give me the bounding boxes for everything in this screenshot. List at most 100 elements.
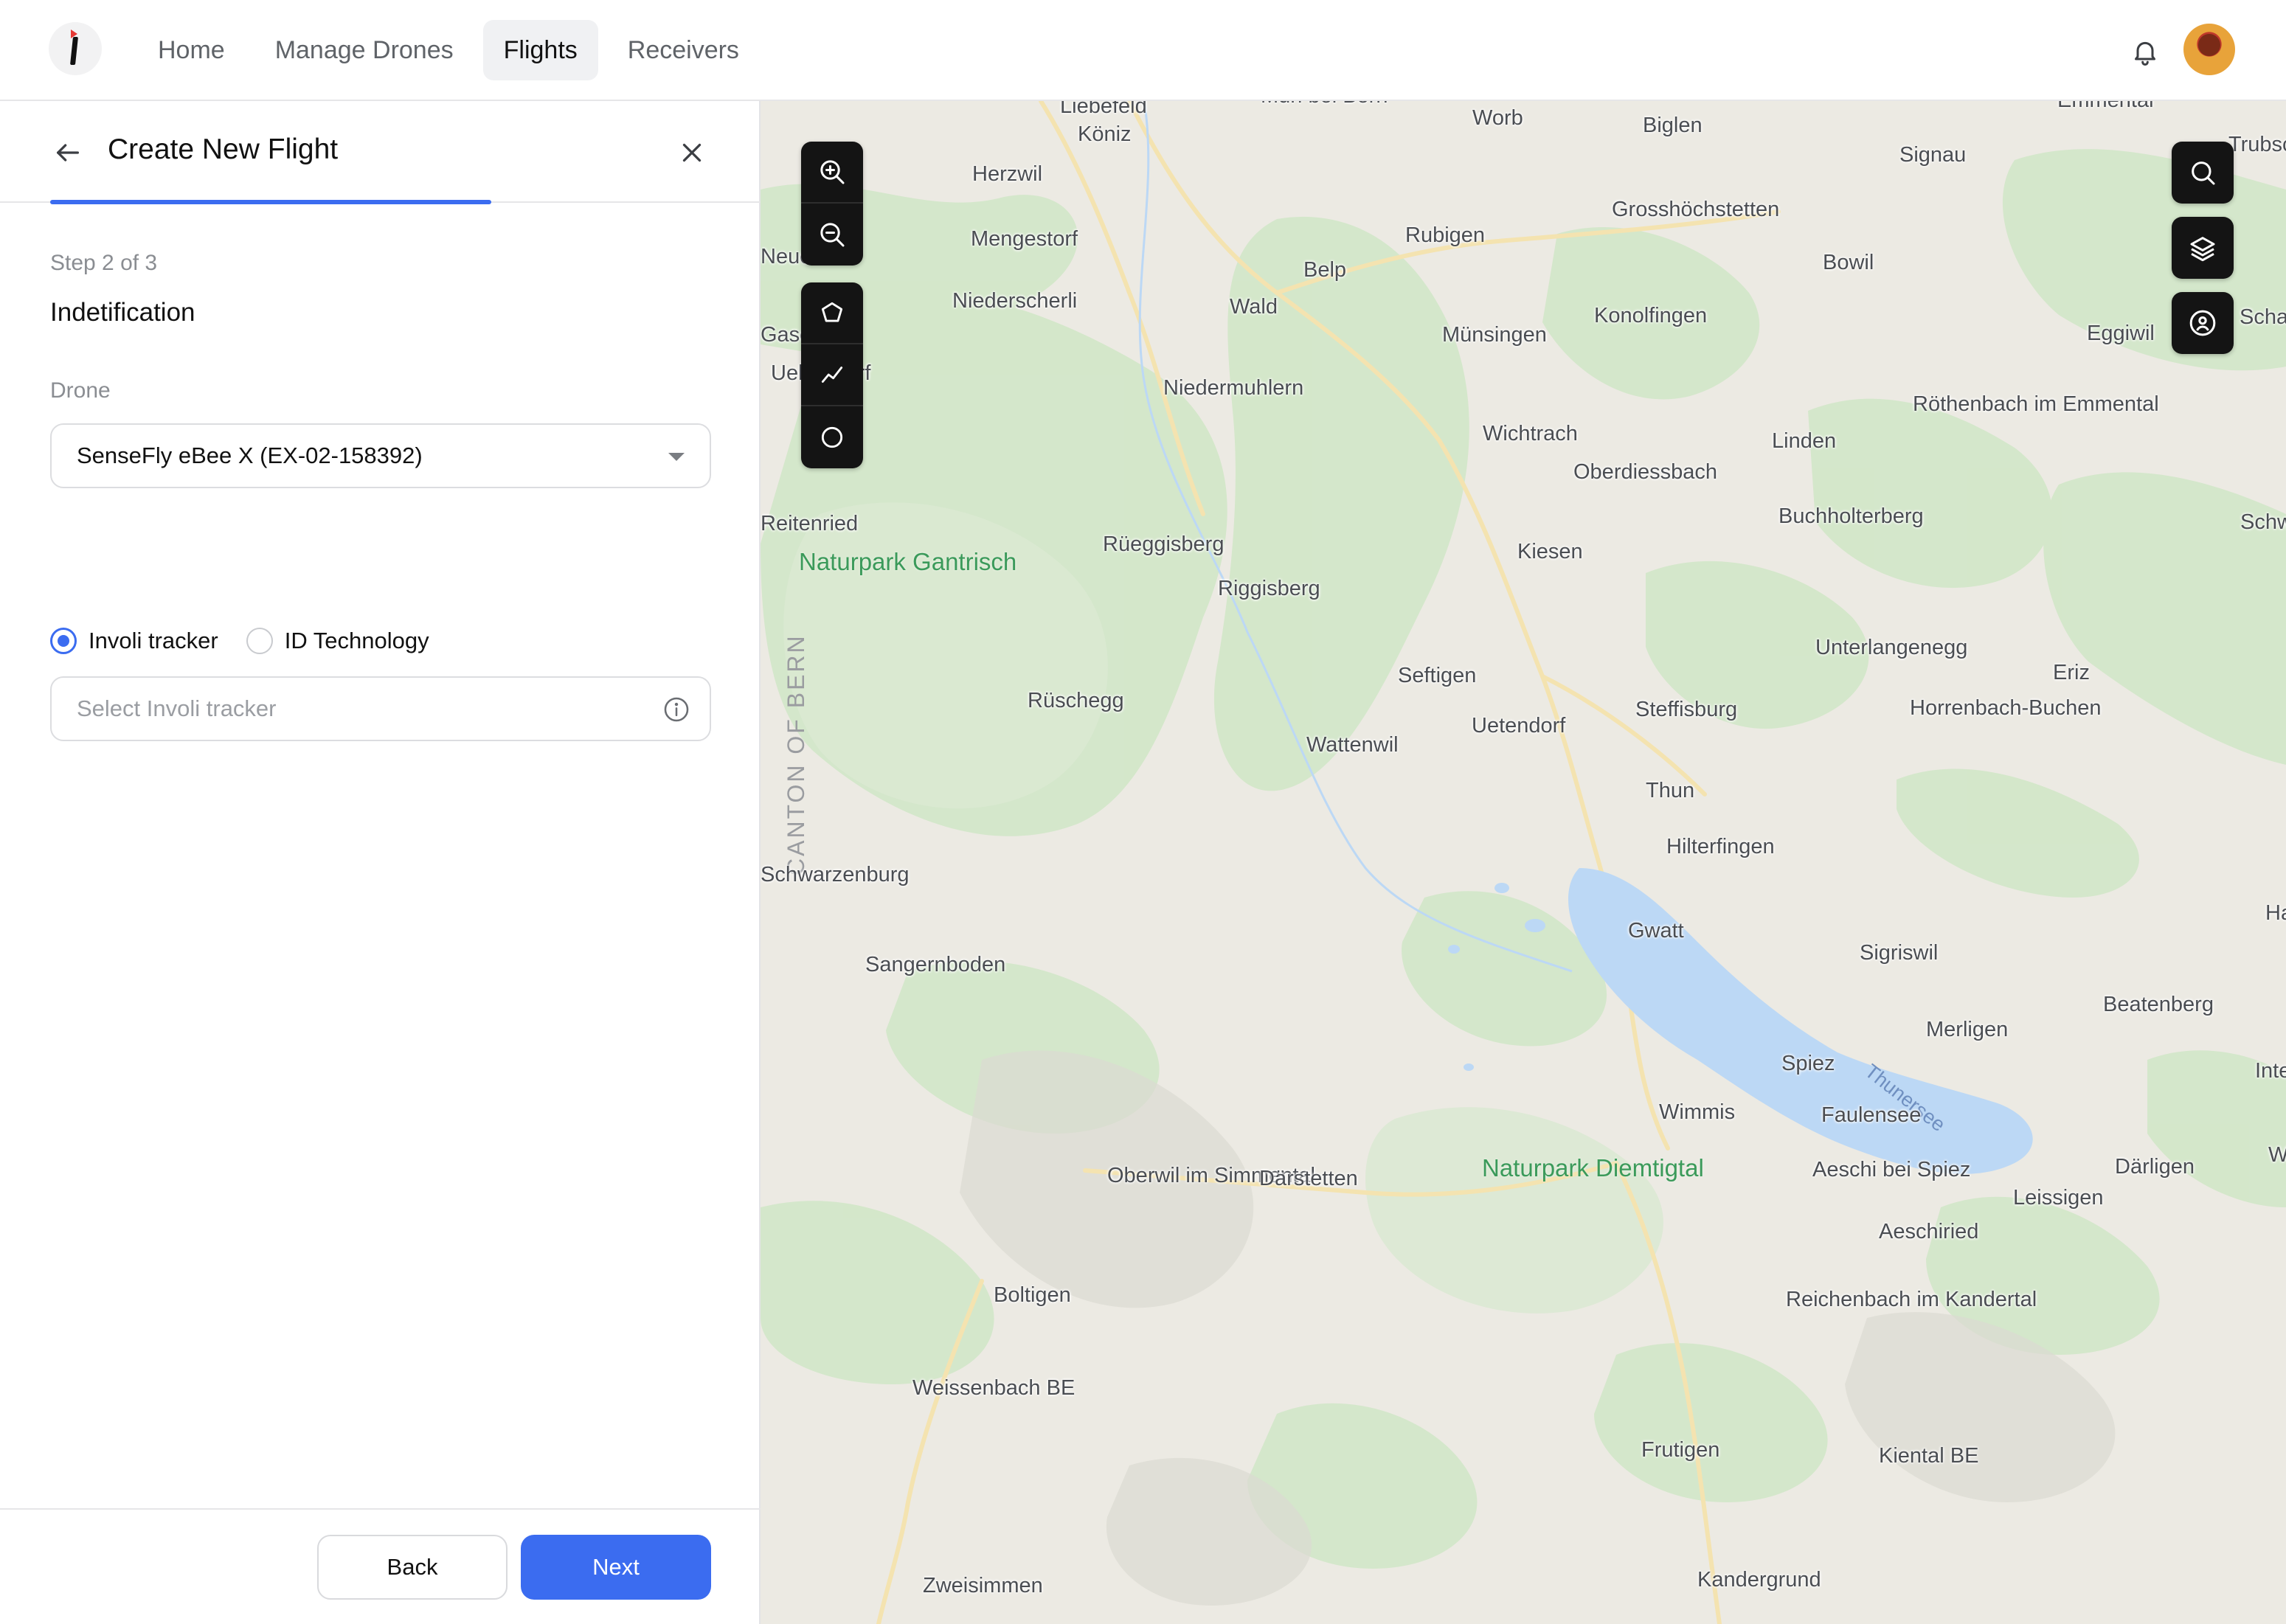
place-label: Wilderswil <box>2268 1143 2286 1167</box>
drone-select[interactable]: SenseFly eBee X (EX-02-158392) <box>50 423 711 488</box>
panel-title: Create New Flight <box>108 133 339 165</box>
layers-icon <box>2190 237 2215 262</box>
place-label: Gwatt <box>1628 919 1684 943</box>
map-search-button[interactable] <box>2172 142 2234 204</box>
identification-radio-group: Involi tracker ID Technology <box>50 628 457 654</box>
place-label: Belp <box>1303 258 1347 282</box>
place-label: Liebefeld <box>1060 101 1147 118</box>
place-label: Eggiwil <box>2087 322 2155 345</box>
app-logo[interactable] <box>49 22 102 75</box>
panel-header: Create New Flight <box>0 101 761 203</box>
polygon-icon <box>821 302 843 322</box>
place-label: Unterlangenegg <box>1815 636 1968 659</box>
place-label: Seftigen <box>1398 664 1477 687</box>
place-label: Uetendorf <box>1472 714 1566 738</box>
draw-line-button[interactable] <box>801 344 863 406</box>
place-label: Habkern <box>2265 901 2286 925</box>
main-nav: Home Manage Drones Flights Receivers <box>137 20 760 80</box>
location-pin-icon <box>2189 310 2216 336</box>
create-flight-panel: Create New Flight Step 2 of 3 Indetifica… <box>0 101 761 1624</box>
tracker-placeholder: Select Involi tracker <box>77 695 277 721</box>
place-label: Därligen <box>2115 1155 2195 1179</box>
place-label: Schwarzenburg <box>761 863 910 886</box>
logo-bar-mark <box>70 37 78 65</box>
polyline-icon <box>821 367 843 383</box>
nav-flights[interactable]: Flights <box>482 20 598 80</box>
place-label: Grosshöchstetten <box>1612 198 1780 221</box>
place-label: Reichenbach im Kandertal <box>1786 1288 2037 1311</box>
place-label: Niederscherli <box>952 289 1078 313</box>
radio-involi-tracker[interactable]: Involi tracker <box>50 628 218 654</box>
map-location-button[interactable] <box>2172 292 2234 354</box>
place-label: Muri bei Bern <box>1261 101 1388 107</box>
tracker-select-input[interactable]: Select Involi tracker <box>50 676 711 741</box>
place-label: Weissenbach BE <box>912 1376 1076 1400</box>
zoom-controls <box>801 142 863 266</box>
zoom-in-button[interactable] <box>801 142 863 204</box>
place-label: Rüeggisberg <box>1103 532 1225 556</box>
zoom-out-button[interactable] <box>801 204 863 266</box>
place-label: Rubigen <box>1405 223 1486 247</box>
park-label-diemtigtal: Naturpark Diemtigtal <box>1482 1154 1704 1181</box>
place-label: Reitenried <box>761 512 859 535</box>
user-avatar[interactable] <box>2183 24 2235 75</box>
draw-polygon-button[interactable] <box>801 282 863 344</box>
drone-label: Drone <box>50 378 111 403</box>
place-label: Köniz <box>1078 122 1132 146</box>
place-label: Riggisberg <box>1218 577 1320 600</box>
nav-manage-drones[interactable]: Manage Drones <box>254 20 474 80</box>
place-label: Faulensee <box>1821 1103 1922 1127</box>
close-icon[interactable] <box>679 139 705 166</box>
place-label: Frutigen <box>1641 1438 1720 1462</box>
place-label: Münsingen <box>1442 323 1547 347</box>
radio-id-technology-label: ID Technology <box>284 628 429 653</box>
place-label: Thun <box>1646 779 1695 802</box>
place-label: Aeschiried <box>1879 1220 1979 1243</box>
place-label: Beatenberg <box>2103 993 2214 1016</box>
zoom-out-icon <box>820 223 845 247</box>
section-title: Indetification <box>50 298 195 327</box>
place-label: Linden <box>1772 429 1837 453</box>
place-label: Oberdiessbach <box>1573 460 1718 484</box>
bell-icon[interactable] <box>2130 37 2160 66</box>
place-label: Aeschi bei Spiez <box>1812 1158 1971 1181</box>
nav-home[interactable]: Home <box>137 20 246 80</box>
place-label: Eriz <box>2053 661 2090 684</box>
place-label: Schangnau <box>2240 305 2286 329</box>
place-label: Bowil <box>1823 251 1874 274</box>
nav-receivers[interactable]: Receivers <box>607 20 760 80</box>
radio-involi-tracker-label: Involi tracker <box>89 628 218 653</box>
place-label: Niedermuhlern <box>1163 376 1304 400</box>
place-label: Merligen <box>1926 1018 2009 1041</box>
place-label: Sangernboden <box>865 953 1006 976</box>
radio-id-technology[interactable]: ID Technology <box>246 628 429 654</box>
radio-checked-icon <box>50 628 77 654</box>
next-button[interactable]: Next <box>521 1535 711 1600</box>
info-icon[interactable] <box>662 695 690 723</box>
place-label: Wald <box>1230 295 1278 319</box>
draw-tools <box>801 282 863 468</box>
place-label: Leissigen <box>2013 1186 2104 1210</box>
place-label: Buchholterberg <box>1778 504 1924 528</box>
drone-select-value: SenseFly eBee X (EX-02-158392) <box>77 443 423 468</box>
region-label: CANTON OF BERN <box>783 634 809 875</box>
place-label: Kandergrund <box>1697 1568 1821 1592</box>
step-progress-bar <box>50 200 491 204</box>
circle-icon <box>821 426 843 448</box>
place-label: Horrenbach-Buchen <box>1910 696 2102 720</box>
back-button[interactable]: Back <box>317 1535 508 1600</box>
place-label: Zweisimmen <box>923 1574 1043 1597</box>
place-label: Sigriswil <box>1860 941 1939 965</box>
place-label: Kiental BE <box>1879 1444 1979 1468</box>
place-label: Hilterfingen <box>1666 835 1775 858</box>
draw-circle-button[interactable] <box>801 406 863 468</box>
radio-unchecked-icon <box>246 628 273 654</box>
place-label: Spiez <box>1781 1052 1835 1075</box>
place-label: Boltigen <box>994 1283 1071 1307</box>
map-layers-button[interactable] <box>2172 217 2234 279</box>
map-view[interactable]: Naturpark Gantrisch Naturpark Diemtigtal… <box>761 101 2286 1624</box>
back-arrow-icon[interactable] <box>52 138 84 167</box>
step-indicator: Step 2 of 3 <box>50 251 158 275</box>
chevron-down-icon <box>668 453 685 461</box>
place-label: Kiesen <box>1517 540 1583 563</box>
